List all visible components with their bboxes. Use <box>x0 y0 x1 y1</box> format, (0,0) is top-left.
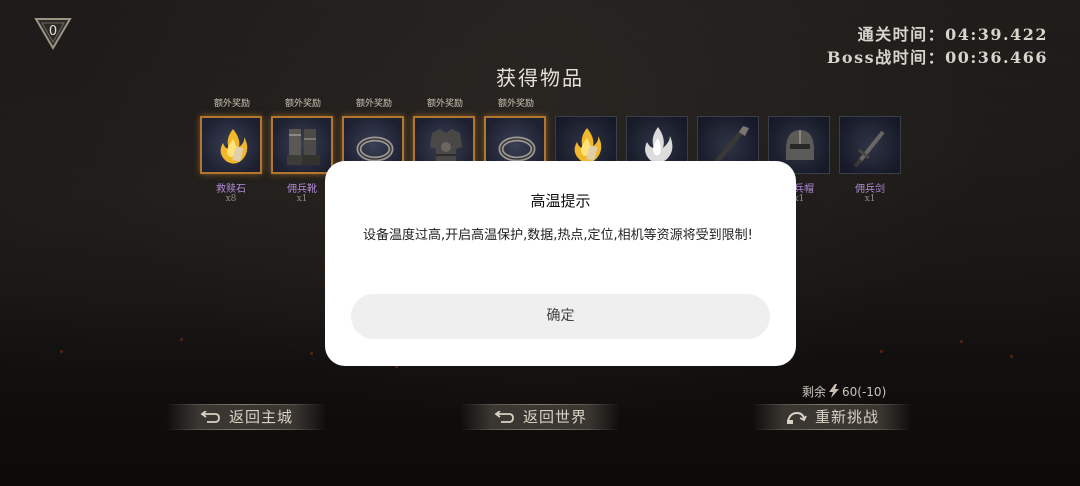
item-icon-frame <box>200 116 262 174</box>
rank-badge[interactable]: 0 <box>34 16 72 50</box>
return-arrow-icon <box>494 410 514 423</box>
back-to-city-button[interactable]: 返回主城 <box>166 402 326 432</box>
dialog-title: 高温提示 <box>530 192 591 210</box>
dialog-message: 设备温度过高,开启高温保护,数据,热点,定位,相机等资源将受到限制! <box>363 228 753 243</box>
reward-item-slot[interactable]: 额外奖励 救赎石 x8 <box>200 96 264 206</box>
item-name: 佣兵剑 <box>855 184 885 195</box>
overheat-dialog: 高温提示 设备温度过高,开启高温保护,数据,热点,定位,相机等资源将受到限制! … <box>325 161 796 366</box>
item-icon-frame <box>271 116 333 174</box>
back-to-city-label: 返回主城 <box>228 408 293 426</box>
back-to-world-button[interactable]: 返回世界 <box>460 402 620 432</box>
boots-icon <box>287 129 320 165</box>
stamina-display: 剩余 60(-10) <box>802 383 886 400</box>
item-icon-frame <box>839 116 901 174</box>
helmet-icon <box>786 130 814 160</box>
retry-battle-label: 重新挑战 <box>814 408 879 426</box>
retry-icon <box>786 411 807 424</box>
lightning-icon <box>829 384 840 398</box>
items-title: 获得物品 <box>496 66 584 90</box>
retry-battle-button[interactable]: 重新挑战 <box>752 402 912 432</box>
reward-item-slot[interactable]: 佣兵剑 x1 <box>839 96 903 206</box>
stamina-label: 剩余 <box>802 385 827 399</box>
item-quantity: x1 <box>864 194 876 204</box>
rank-value: 0 <box>48 24 58 39</box>
item-quantity: x8 <box>225 194 237 204</box>
bonus-tag: 额外奖励 <box>497 99 534 109</box>
clear-time-label: 通关时间：04:39.422 <box>857 25 1048 44</box>
back-to-world-label: 返回世界 <box>522 408 587 426</box>
item-quantity: x1 <box>296 194 308 204</box>
confirm-button[interactable]: 确定 <box>351 294 770 339</box>
sword-icon <box>853 130 885 168</box>
stamina-value: 60(-10) <box>842 385 887 399</box>
flame-crystal-icon <box>220 129 248 164</box>
return-arrow-icon <box>200 410 220 423</box>
item-name: 救赎石 <box>216 184 246 195</box>
